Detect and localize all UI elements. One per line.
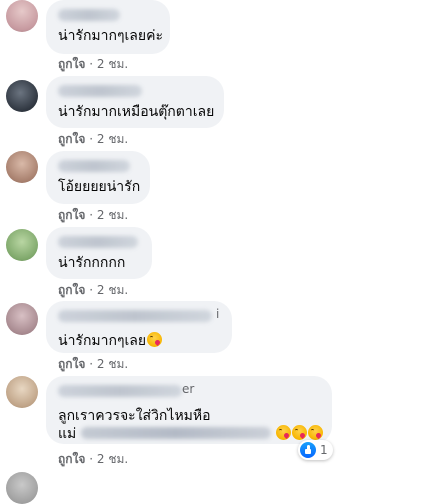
- timestamp[interactable]: 2 ชม.: [97, 208, 128, 222]
- kissing-heart-emoji-icon: [308, 425, 324, 440]
- comment-bubble: น่ารักกกกก: [46, 227, 152, 279]
- comment-bubble: น่ารักมากเหมือนตุ๊กตาเลย: [46, 76, 224, 128]
- commenter-name-redacted[interactable]: [58, 85, 142, 97]
- like-link[interactable]: ถูกใจ: [58, 208, 85, 222]
- avatar[interactable]: [6, 303, 38, 335]
- commenter-name-redacted[interactable]: [58, 160, 130, 172]
- avatar[interactable]: [6, 0, 38, 32]
- kissing-heart-emoji-icon: [276, 425, 292, 440]
- like-link[interactable]: ถูกใจ: [58, 452, 85, 466]
- comment-text: น่ารักกกกก: [58, 255, 126, 271]
- like-link[interactable]: ถูกใจ: [58, 283, 85, 297]
- avatar[interactable]: [6, 472, 38, 504]
- timestamp[interactable]: 2 ชม.: [97, 57, 128, 71]
- timestamp[interactable]: 2 ชม.: [97, 357, 128, 371]
- timestamp[interactable]: 2 ชม.: [97, 283, 128, 297]
- commenter-name-redacted[interactable]: [58, 385, 182, 397]
- separator: ·: [89, 357, 94, 371]
- comment-meta: ถูกใจ · 2 ชม.: [58, 450, 128, 469]
- commenter-name-tail: er: [182, 382, 195, 396]
- separator: ·: [89, 57, 94, 71]
- kissing-heart-emoji-icon: [147, 332, 163, 347]
- separator: ·: [89, 283, 94, 297]
- comment-bubble: er ลูกเราควรจะใส่วิกไหมหือ แม่: [46, 376, 332, 444]
- comment-text: น่ารักมากๆเลยค่ะ: [58, 28, 163, 44]
- like-link[interactable]: ถูกใจ: [58, 357, 85, 371]
- comment-text-line-2: แม่: [58, 425, 324, 443]
- commenter-name-tail: i: [216, 307, 220, 321]
- separator: ·: [89, 208, 94, 222]
- comment-text: น่ารักมากเหมือนตุ๊กตาเลย: [58, 104, 215, 120]
- timestamp[interactable]: 2 ชม.: [97, 452, 128, 466]
- timestamp[interactable]: 2 ชม.: [97, 132, 128, 146]
- separator: ·: [89, 132, 94, 146]
- comment-text-prefix: แม่: [58, 426, 77, 442]
- comment-meta: ถูกใจ · 2 ชม.: [58, 355, 128, 374]
- comment-meta: ถูกใจ · 2 ชม.: [58, 281, 128, 300]
- commenter-name-redacted[interactable]: [58, 310, 212, 322]
- comment-text-body: น่ารักมากๆเลย: [58, 333, 147, 349]
- like-link[interactable]: ถูกใจ: [58, 132, 85, 146]
- reaction-count: 1: [320, 443, 328, 457]
- commenter-name-redacted[interactable]: [58, 9, 120, 21]
- comment-text: น่ารักมากๆเลย: [58, 332, 220, 350]
- comment-bubble: น่ารักมากๆเลยค่ะ: [46, 0, 170, 54]
- comment-meta: ถูกใจ · 2 ชม.: [58, 55, 128, 74]
- comment-text: โอ้ยยยยน่ารัก: [58, 179, 141, 195]
- avatar[interactable]: [6, 376, 38, 408]
- like-link[interactable]: ถูกใจ: [58, 57, 85, 71]
- like-reaction-icon: [300, 442, 316, 458]
- avatar[interactable]: [6, 151, 38, 183]
- comment-meta: ถูกใจ · 2 ชม.: [58, 206, 128, 225]
- separator: ·: [89, 452, 94, 466]
- commenter-name-redacted[interactable]: [58, 236, 138, 248]
- tagged-name-redacted[interactable]: [80, 427, 271, 439]
- reaction-summary[interactable]: 1: [298, 440, 333, 460]
- comment-bubble: i น่ารักมากๆเลย: [46, 301, 232, 353]
- avatar[interactable]: [6, 80, 38, 112]
- comment-meta: ถูกใจ · 2 ชม.: [58, 130, 128, 149]
- kissing-heart-emoji-icon: [292, 425, 308, 440]
- comment-bubble: โอ้ยยยยน่ารัก: [46, 151, 150, 204]
- comment-text-line-1: ลูกเราควรจะใส่วิกไหมหือ: [58, 408, 211, 424]
- avatar[interactable]: [6, 229, 38, 261]
